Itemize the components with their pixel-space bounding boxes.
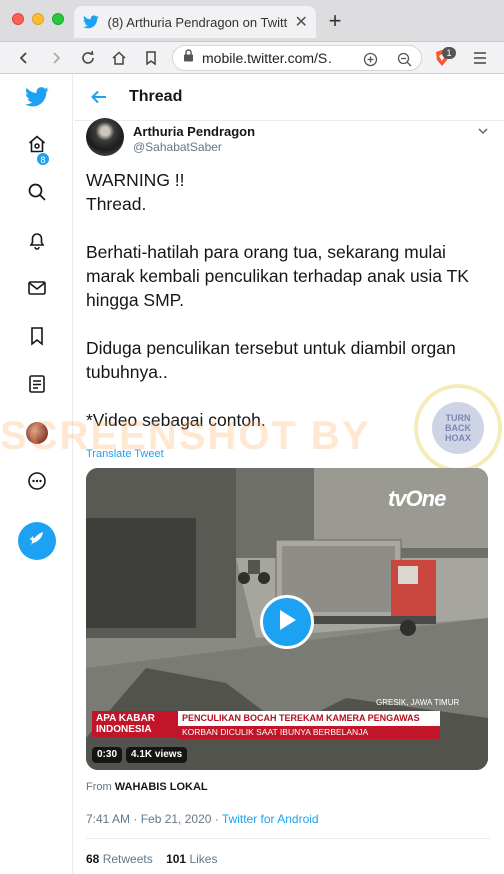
channel-logo: tvOne: [388, 486, 446, 511]
maximize-window-button[interactable]: [52, 13, 64, 25]
back-icon[interactable]: [14, 48, 34, 68]
bookmarks-icon[interactable]: [22, 321, 52, 351]
zoom-out-icon[interactable]: [395, 50, 413, 68]
source-name[interactable]: WAHABIS LOKAL: [115, 781, 208, 793]
play-button[interactable]: [260, 595, 314, 649]
notification-badge: 8: [36, 152, 50, 166]
likes-count[interactable]: 101: [166, 852, 186, 866]
url-text: mobile.twitter.com/S…: [202, 50, 332, 66]
video-views: 4.1K views: [126, 747, 188, 763]
browser-tab[interactable]: (8) Arthuria Pendragon on Twitter ✕: [74, 6, 316, 38]
menu-icon[interactable]: [470, 48, 490, 68]
source-prefix: From: [86, 781, 112, 793]
reload-icon[interactable]: [78, 48, 98, 68]
retweets-label[interactable]: Retweets: [103, 852, 153, 866]
program-logo: APA KABAR INDONESIA: [92, 711, 178, 737]
extension-badge: 1: [442, 47, 456, 59]
forward-icon[interactable]: [46, 48, 66, 68]
divider: [86, 838, 490, 839]
video-player[interactable]: tvOne GRESIK, JAWA TIMUR APA KABAR INDON…: [86, 468, 488, 770]
video-headline: PENCULIKAN BOCAH TEREKAM KAMERA PENGAWAS: [178, 711, 440, 726]
author-handle[interactable]: @SahabatSaber: [133, 140, 222, 154]
lists-icon[interactable]: [22, 369, 52, 399]
new-tab-button[interactable]: +: [324, 10, 346, 32]
twitter-logo-icon[interactable]: [22, 82, 52, 112]
video-duration: 0:30: [92, 747, 123, 763]
bookmark-icon[interactable]: [141, 48, 161, 68]
twitter-sidebar: [0, 74, 73, 874]
browser-toolbar: mobile.twitter.com/S…: [0, 42, 504, 74]
page-title: Thread: [129, 88, 183, 105]
tweet-text: WARNING !! Thread. Berhati-hatilah para …: [86, 170, 469, 430]
author-avatar[interactable]: [86, 118, 124, 156]
video-subheadline: KORBAN DICULIK SAAT IBUNYA BERBELANJA: [178, 726, 440, 739]
compose-tweet-button[interactable]: [18, 522, 56, 560]
twitter-bird-icon: [82, 13, 100, 31]
video-location: GRESIK, JAWA TIMUR: [376, 698, 460, 707]
close-window-button[interactable]: [12, 13, 24, 25]
notifications-icon[interactable]: [22, 225, 52, 255]
more-icon[interactable]: [22, 466, 52, 496]
messages-icon[interactable]: [22, 273, 52, 303]
chevron-down-icon[interactable]: [476, 124, 490, 138]
search-icon[interactable]: [22, 177, 52, 207]
play-icon: [276, 608, 298, 637]
retweets-count[interactable]: 68: [86, 852, 99, 866]
browser-tab-bar: (8) Arthuria Pendragon on Twitter ✕ +: [0, 0, 504, 42]
home-icon[interactable]: [109, 48, 129, 68]
tab-title: (8) Arthuria Pendragon on Twitter: [107, 14, 289, 30]
translate-tweet-link[interactable]: Translate Tweet: [86, 448, 164, 460]
zoom-in-icon[interactable]: [361, 50, 379, 68]
address-bar[interactable]: mobile.twitter.com/S…: [172, 45, 422, 71]
tweet-client[interactable]: Twitter for Android: [222, 812, 319, 826]
lock-icon: [183, 49, 194, 67]
tweet-timestamp[interactable]: 7:41 AM · Feb 21, 2020 ·: [86, 812, 222, 826]
compose-feather-icon: [27, 529, 47, 554]
video-source: From WAHABIS LOKAL: [86, 781, 208, 793]
author-name[interactable]: Arthuria Pendragon: [133, 124, 255, 139]
likes-label[interactable]: Likes: [189, 852, 217, 866]
back-arrow-icon[interactable]: [88, 86, 110, 108]
profile-avatar[interactable]: [26, 422, 48, 444]
tweet-stats: 68 Retweets 101 Likes: [86, 852, 217, 866]
minimize-window-button[interactable]: [32, 13, 44, 25]
thread-header: Thread: [74, 74, 504, 121]
close-tab-button[interactable]: ✕: [294, 12, 308, 32]
tweet-meta: 7:41 AM · Feb 21, 2020 · Twitter for And…: [86, 812, 319, 826]
